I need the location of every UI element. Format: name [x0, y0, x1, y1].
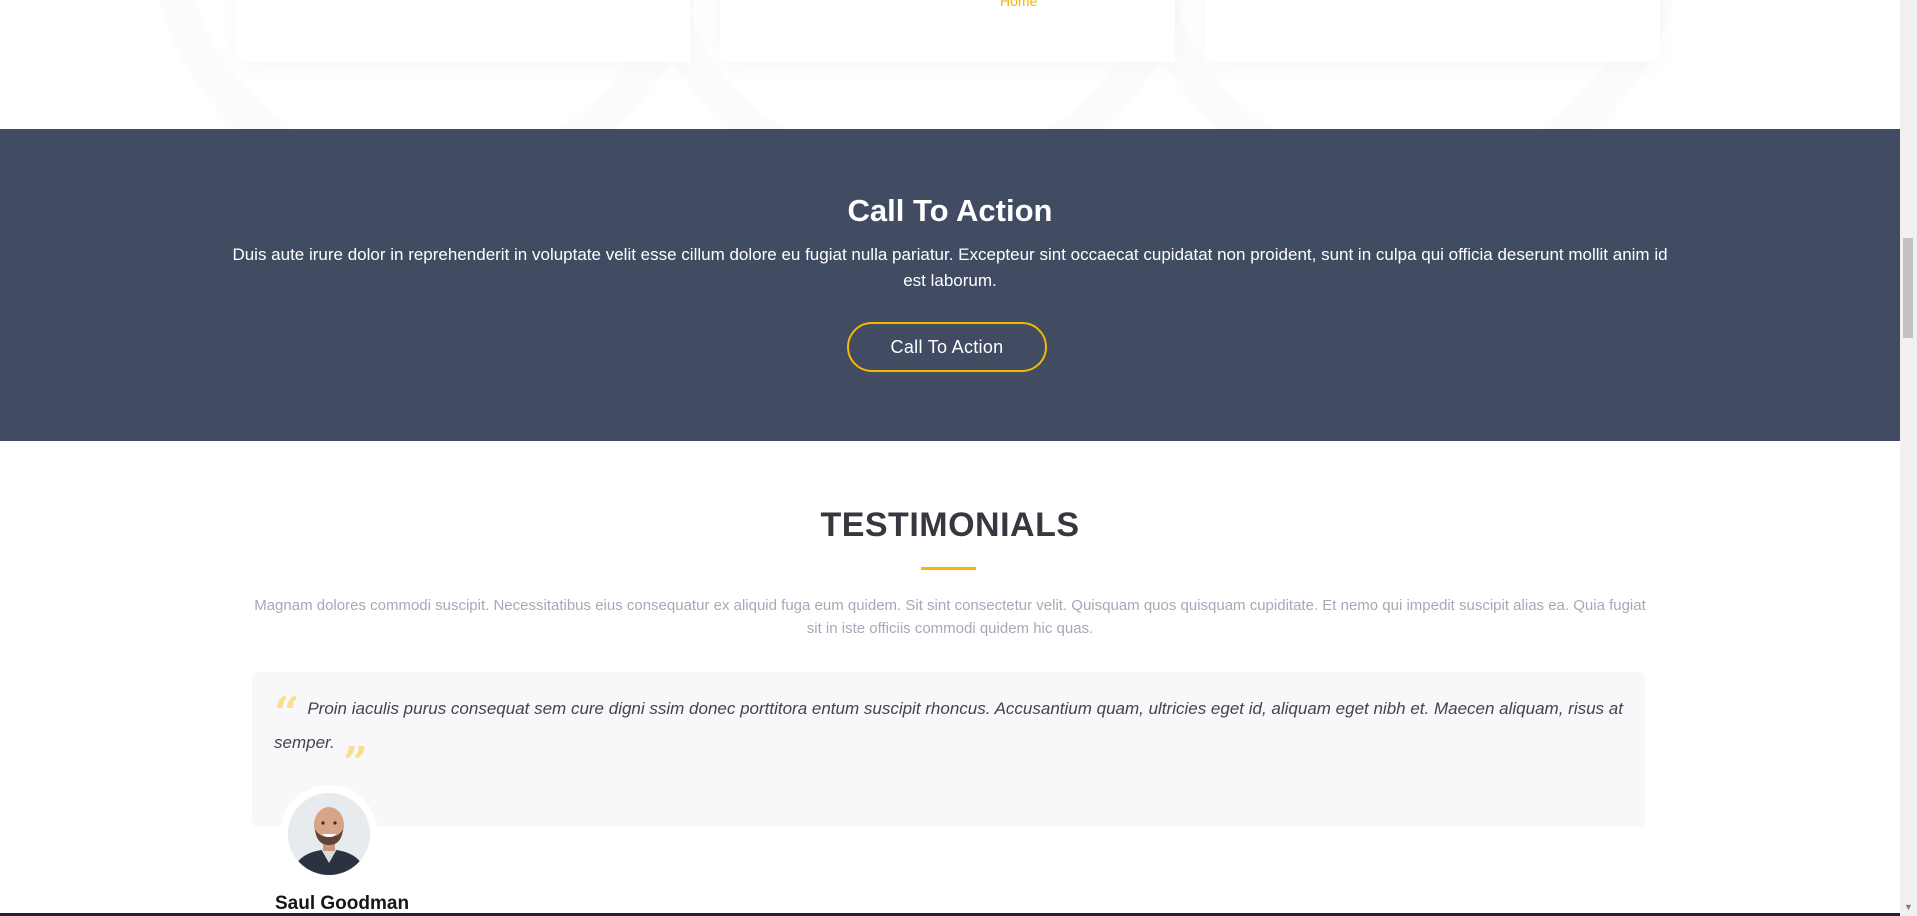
testimonial-quote-text: Proin iaculis purus consequat sem cure d… — [274, 699, 1623, 752]
testimonial-quote: “Proin iaculis purus consequat sem cure … — [274, 692, 1629, 786]
avatar — [288, 793, 370, 875]
page: Home Call To Action Duis aute irure dolo… — [0, 0, 1900, 916]
vertical-scrollbar[interactable]: ▼ — [1900, 0, 1917, 916]
testimonial-avatar-frame — [280, 785, 378, 883]
scrollbar-thumb[interactable] — [1903, 238, 1913, 338]
service-card — [1205, 0, 1660, 62]
call-to-action-section: Call To Action Duis aute irure dolor in … — [0, 129, 1900, 441]
quote-right-icon: ” — [342, 738, 369, 789]
section-title: TESTIMONIALS — [820, 506, 1080, 544]
service-card-link[interactable]: Home — [1000, 0, 1037, 9]
testimonial-author-name: Saul Goodman — [275, 893, 410, 914]
testimonial-item: “Proin iaculis purus consequat sem cure … — [252, 672, 1645, 827]
cta-title: Call To Action — [847, 193, 1053, 228]
service-card — [720, 0, 1175, 62]
call-to-action-button[interactable]: Call To Action — [847, 322, 1047, 372]
person-portrait-icon — [288, 793, 370, 875]
title-underline — [921, 567, 976, 570]
cta-description: Duis aute irure dolor in reprehenderit i… — [232, 245, 1668, 290]
section-intro: Magnam dolores commodi suscipit. Necessi… — [254, 597, 1646, 637]
quote-left-icon: “ — [274, 688, 300, 739]
service-card — [235, 0, 690, 62]
arrow-down-icon[interactable]: ▼ — [1900, 899, 1917, 916]
services-section-bottom: Home — [0, 0, 1900, 129]
